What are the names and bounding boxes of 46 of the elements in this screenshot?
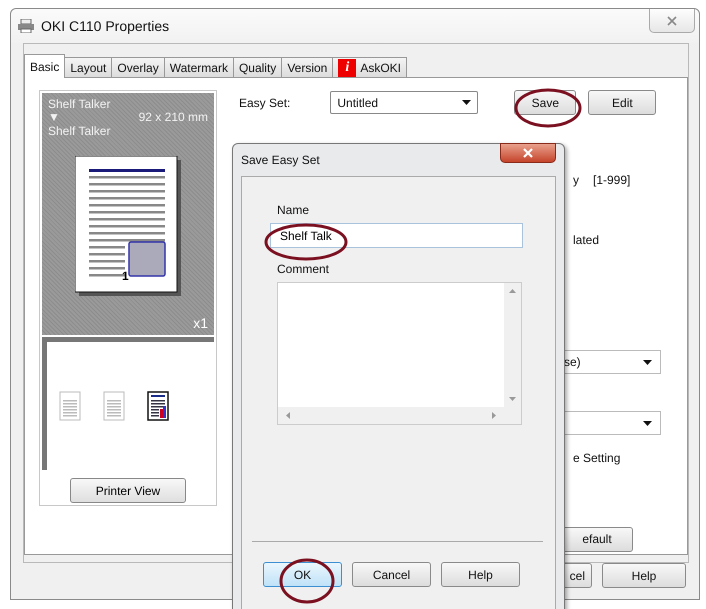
dialog-title: Save Easy Set	[241, 153, 320, 167]
cancel-button[interactable]: Cancel	[352, 562, 431, 587]
collate-label: lated	[573, 233, 600, 247]
close-icon	[667, 16, 677, 26]
printer-icon	[17, 19, 35, 33]
paper-size-label: Shelf Talker	[48, 97, 112, 111]
easy-set-dropdown[interactable]: Untitled	[330, 91, 478, 114]
info-icon: i	[338, 58, 356, 76]
copies-label: y	[573, 173, 579, 187]
tab[interactable]: Layout	[64, 57, 112, 78]
page-number: 1	[122, 269, 129, 283]
help-button[interactable]: Help	[441, 562, 520, 587]
page-view-icon[interactable]	[147, 390, 169, 421]
scroll-down-icon[interactable]	[509, 397, 516, 401]
close-icon	[523, 148, 533, 158]
copies-label: x1	[193, 314, 208, 331]
window-title: OKI C110 Properties	[41, 18, 170, 34]
easy-set-label: Easy Set:	[239, 96, 290, 110]
scroll-left-icon[interactable]	[286, 412, 290, 419]
caret-icon	[643, 360, 652, 364]
caret-icon	[462, 100, 472, 105]
copies-range: [1-999]	[593, 173, 630, 187]
comment-field[interactable]	[277, 282, 522, 425]
arrow-glyph: ▼	[48, 111, 60, 124]
printer-view-button[interactable]: Printer View	[70, 478, 186, 503]
ok-button[interactable]: OK	[263, 562, 342, 587]
scroll-up-icon[interactable]	[509, 289, 516, 293]
tab[interactable]: Overlay	[111, 57, 165, 78]
scroll-right-icon[interactable]	[492, 412, 496, 419]
name-field[interactable]: Shelf Talk	[270, 223, 523, 248]
edit-button[interactable]: Edit	[588, 90, 656, 115]
close-button[interactable]	[500, 143, 556, 163]
tab[interactable]: i AskOKI	[332, 57, 408, 78]
tab[interactable]: Version	[281, 57, 334, 78]
caret-icon	[643, 420, 652, 426]
comment-label: Comment	[277, 262, 330, 276]
highlight-ellipse	[514, 88, 582, 128]
help-button[interactable]: Help	[602, 563, 686, 588]
size-label: 92 x 210 mm	[138, 111, 208, 124]
name-label: Name	[277, 203, 310, 217]
tab[interactable]: Quality	[232, 57, 282, 78]
setting-label: e Setting	[573, 451, 620, 465]
highlight-ellipse	[280, 558, 334, 604]
tab[interactable]: Basic	[24, 54, 66, 78]
tab[interactable]: Watermark	[164, 57, 234, 78]
paper-size-label: Shelf Talker	[48, 124, 112, 138]
